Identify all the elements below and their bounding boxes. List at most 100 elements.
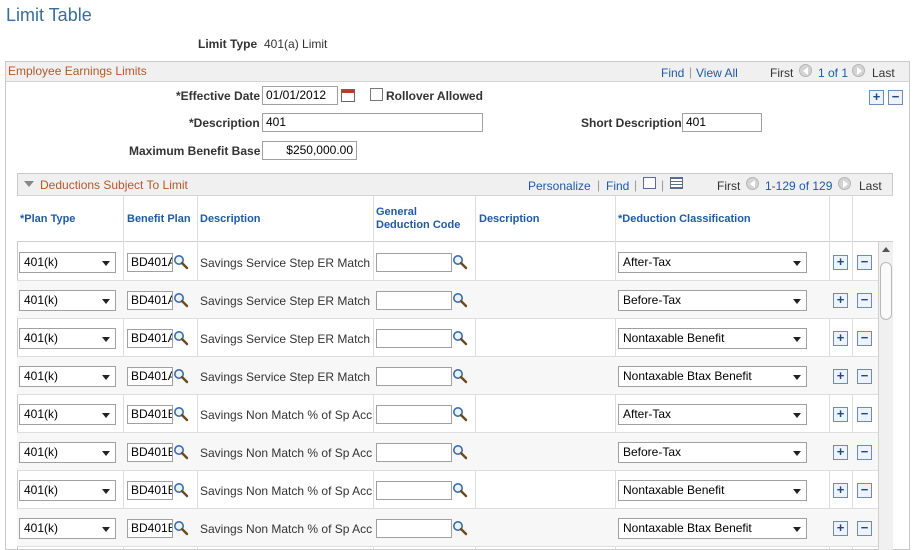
deduction-classification-value: Nontaxable Benefit <box>623 331 725 345</box>
delete-row-button[interactable]: − <box>888 90 903 105</box>
delete-row-button[interactable]: − <box>857 255 872 270</box>
grid-find-link[interactable]: Find <box>606 179 629 193</box>
plan-type-select[interactable]: 401(k) <box>19 252 116 273</box>
download-grid-icon[interactable] <box>670 177 683 189</box>
find-link[interactable]: Find <box>661 66 684 80</box>
new-window-icon[interactable] <box>643 177 656 189</box>
add-row-button[interactable]: + <box>833 483 848 498</box>
benefit-plan-input[interactable]: BD401A <box>127 253 173 272</box>
deduction-classification-select[interactable]: Nontaxable Benefit <box>618 480 807 501</box>
short-description-input[interactable]: 401 <box>682 113 762 132</box>
benefit-plan-input[interactable]: BD401B <box>127 519 173 538</box>
max-benefit-base-input[interactable]: $250,000.00 <box>262 141 357 160</box>
column-plan-type[interactable]: *Plan Type <box>20 213 75 226</box>
deductions-grid-title[interactable]: Deductions Subject To Limit <box>40 178 188 192</box>
column-general-deduction-code[interactable]: General Deduction Code <box>376 206 460 232</box>
search-icon[interactable] <box>173 444 189 460</box>
scroll-up-icon[interactable] <box>882 247 890 252</box>
view-all-link[interactable]: View All <box>696 66 738 80</box>
benefit-plan-input[interactable]: BD401A <box>127 367 173 386</box>
plan-type-select[interactable]: 401(k) <box>19 290 116 311</box>
deduction-classification-select[interactable]: Before-Tax <box>618 290 807 311</box>
benefit-plan-input[interactable]: BD401B <box>127 405 173 424</box>
search-icon[interactable] <box>173 520 189 536</box>
benefit-plan-input[interactable]: BD401B <box>127 481 173 500</box>
deduction-classification-select[interactable]: Nontaxable Btax Benefit <box>618 518 807 539</box>
plan-type-select[interactable]: 401(k) <box>19 328 116 349</box>
add-row-button[interactable]: + <box>833 293 848 308</box>
search-icon[interactable] <box>173 292 189 308</box>
plan-type-select[interactable]: 401(k) <box>19 518 116 539</box>
add-row-button[interactable]: + <box>833 521 848 536</box>
plan-type-value: 401(k) <box>24 445 59 459</box>
deduction-code-input[interactable] <box>376 519 452 538</box>
deduction-classification-value: Nontaxable Btax Benefit <box>623 369 752 383</box>
add-row-button[interactable]: + <box>833 369 848 384</box>
previous-icon[interactable] <box>799 64 812 77</box>
deduction-code-input[interactable] <box>376 367 452 386</box>
search-icon[interactable] <box>452 330 468 346</box>
column-description[interactable]: Description <box>200 213 261 226</box>
page-title: Limit Table <box>6 5 92 25</box>
plan-type-select[interactable]: 401(k) <box>19 366 116 387</box>
effective-date-input[interactable]: 01/01/2012 <box>262 86 338 105</box>
column-description-2[interactable]: Description <box>479 213 540 226</box>
plan-type-select[interactable]: 401(k) <box>19 404 116 425</box>
benefit-plan-input[interactable]: BD401A <box>127 291 173 310</box>
grid-previous-icon[interactable] <box>746 177 759 190</box>
deduction-code-input[interactable] <box>376 329 452 348</box>
scroll-thumb[interactable] <box>880 262 892 320</box>
deduction-classification-select[interactable]: Before-Tax <box>618 442 807 463</box>
plan-type-select[interactable]: 401(k) <box>19 442 116 463</box>
collapse-triangle-icon[interactable] <box>24 181 34 187</box>
description-input[interactable]: 401 <box>262 113 483 132</box>
deduction-code-input[interactable] <box>376 253 452 272</box>
personalize-link[interactable]: Personalize <box>528 179 591 193</box>
column-general-deduction-line1: General <box>376 206 417 218</box>
grid-next-icon[interactable] <box>838 177 851 190</box>
delete-row-button[interactable]: − <box>857 369 872 384</box>
search-icon[interactable] <box>173 406 189 422</box>
search-icon[interactable] <box>173 482 189 498</box>
plan-type-select[interactable]: 401(k) <box>19 480 116 501</box>
deduction-classification-select[interactable]: After-Tax <box>618 252 807 273</box>
search-icon[interactable] <box>452 520 468 536</box>
add-row-button[interactable]: + <box>833 331 848 346</box>
deduction-classification-select[interactable]: Nontaxable Btax Benefit <box>618 366 807 387</box>
search-icon[interactable] <box>452 482 468 498</box>
earnings-section-title: Employee Earnings Limits <box>8 64 147 78</box>
benefit-plan-input[interactable]: BD401B <box>127 443 173 462</box>
search-icon[interactable] <box>452 406 468 422</box>
delete-row-button[interactable]: − <box>857 407 872 422</box>
effective-date-label: *Effective Date <box>176 89 261 103</box>
search-icon[interactable] <box>452 292 468 308</box>
delete-row-button[interactable]: − <box>857 331 872 346</box>
deduction-code-input[interactable] <box>376 291 452 310</box>
delete-row-button[interactable]: − <box>857 521 872 536</box>
add-row-button[interactable]: + <box>869 90 884 105</box>
deduction-code-input[interactable] <box>376 443 452 462</box>
search-icon[interactable] <box>452 444 468 460</box>
next-icon[interactable] <box>852 64 865 77</box>
delete-row-button[interactable]: − <box>857 445 872 460</box>
search-icon[interactable] <box>173 254 189 270</box>
search-icon[interactable] <box>452 254 468 270</box>
search-icon[interactable] <box>173 330 189 346</box>
rollover-allowed-checkbox[interactable] <box>370 88 383 101</box>
delete-row-button[interactable]: − <box>857 483 872 498</box>
column-deduction-classification[interactable]: *Deduction Classification <box>618 213 751 226</box>
deduction-code-input[interactable] <box>376 405 452 424</box>
deduction-classification-select[interactable]: After-Tax <box>618 404 807 425</box>
add-row-button[interactable]: + <box>833 255 848 270</box>
deduction-classification-select[interactable]: Nontaxable Benefit <box>618 328 807 349</box>
add-row-button[interactable]: + <box>833 445 848 460</box>
benefit-plan-input[interactable]: BD401A <box>127 329 173 348</box>
search-icon[interactable] <box>452 368 468 384</box>
add-row-button[interactable]: + <box>833 407 848 422</box>
plan-type-value: 401(k) <box>24 255 59 269</box>
column-benefit-plan[interactable]: Benefit Plan <box>127 213 191 226</box>
deduction-code-input[interactable] <box>376 481 452 500</box>
search-icon[interactable] <box>173 368 189 384</box>
calendar-icon[interactable] <box>341 89 355 102</box>
delete-row-button[interactable]: − <box>857 293 872 308</box>
